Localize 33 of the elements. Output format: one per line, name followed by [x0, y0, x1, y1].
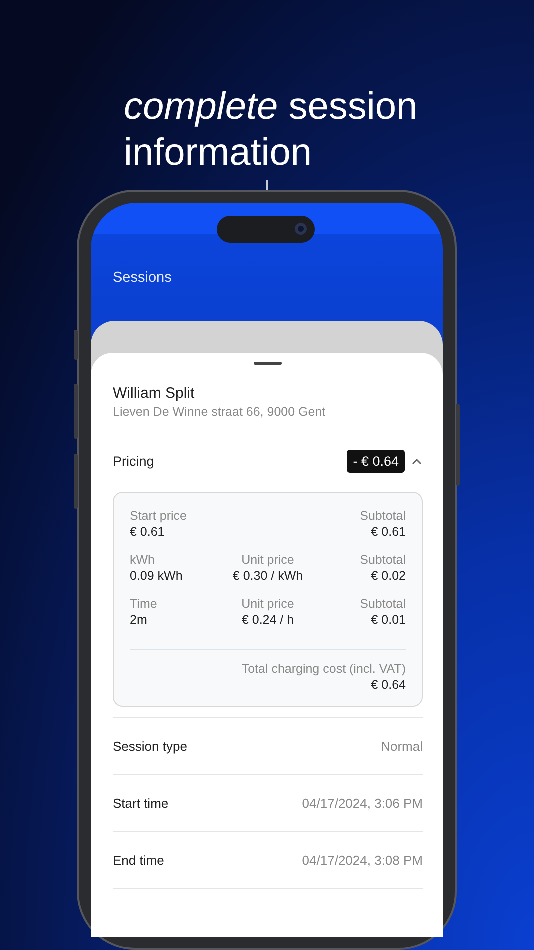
location-address: Lieven De Winne straat 66, 9000 Gent	[113, 405, 327, 419]
app-bar-title: Sessions	[113, 270, 172, 286]
item-label: Start price	[130, 509, 188, 523]
item-label: Time	[130, 597, 158, 611]
unit-price-label: Unit price	[242, 553, 294, 567]
unit-price-label: Unit price	[242, 597, 294, 611]
detail-value: 04/17/2024, 3:06 PM	[302, 796, 423, 810]
caret-icon[interactable]	[411, 458, 423, 466]
subtotal-value: € 0.02	[371, 569, 406, 583]
subtotal-label: Subtotal	[360, 553, 406, 567]
item-value: 0.09 kWh	[130, 569, 184, 583]
unit-price-value: € 0.24 / h	[242, 613, 294, 627]
detail-label: Start time	[113, 796, 169, 810]
detail-value: Normal	[381, 738, 423, 754]
headline-text: information	[124, 131, 312, 176]
price-badge: - € 0.64	[347, 450, 405, 473]
subtotal-value: € 0.61	[371, 525, 406, 539]
total-label: Total charging cost (incl. VAT)	[242, 662, 406, 676]
detail-label: End time	[113, 852, 164, 868]
subtotal-value: € 0.01	[371, 613, 406, 627]
detail-value: 04/17/2024, 3:08 PM	[302, 852, 423, 868]
item-value: € 0.61	[130, 525, 166, 539]
total-value: € 0.64	[371, 678, 406, 692]
unit-price-value: € 0.30 / kWh	[232, 569, 304, 583]
item-label: kWh	[130, 553, 156, 567]
item-value: 2m	[130, 613, 148, 627]
location-name: William Split	[113, 385, 196, 402]
pricing-label: Pricing	[113, 454, 156, 469]
detail-label: Session type	[113, 738, 188, 754]
subtotal-label: Subtotal	[360, 509, 406, 523]
subtotal-label: Subtotal	[360, 597, 406, 611]
drag-handle[interactable]	[254, 362, 282, 365]
headline-text: complete session	[124, 85, 418, 130]
